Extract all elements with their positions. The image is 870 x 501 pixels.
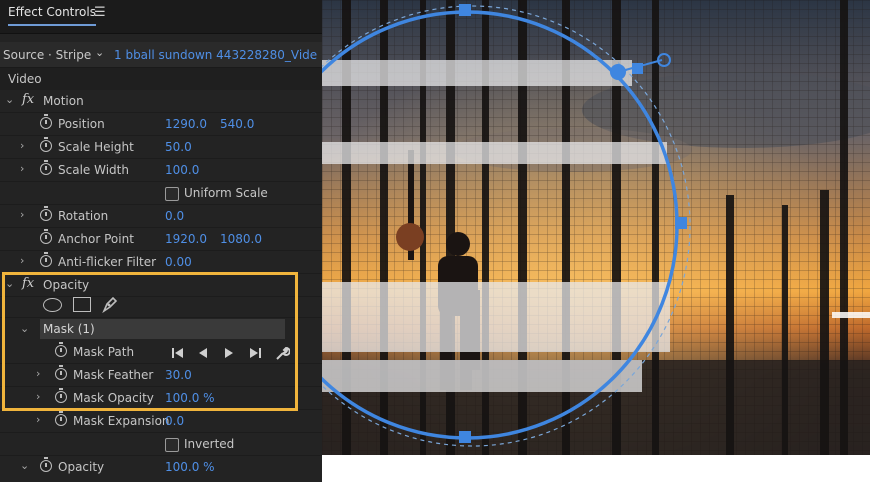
mask-vertex-handle[interactable]: [610, 64, 626, 80]
rotation-value[interactable]: 0.0: [165, 209, 184, 223]
stopwatch-icon[interactable]: [40, 252, 52, 267]
uniform-scale-row: Uniform Scale: [0, 182, 322, 205]
basketball: [396, 223, 424, 251]
chevron-right-icon[interactable]: ›: [20, 139, 24, 152]
motion-label: Motion: [43, 94, 84, 108]
anchor-point-x-value[interactable]: 1920.0: [165, 232, 207, 246]
mask-feather-value[interactable]: 30.0: [165, 368, 192, 382]
anti-flicker-value[interactable]: 0.00: [165, 255, 192, 269]
mask-path-label: Mask Path: [73, 345, 135, 359]
chevron-down-icon[interactable]: ⌄: [5, 277, 14, 290]
video-section-header: Video: [0, 68, 322, 90]
chevron-right-icon[interactable]: ›: [20, 254, 24, 267]
panel-title-tab[interactable]: Effect Controls: [8, 5, 96, 26]
step-backward-icon[interactable]: [196, 345, 210, 361]
stopwatch-icon[interactable]: [40, 206, 52, 221]
fx-icon[interactable]: fx: [22, 276, 34, 291]
motion-effect-row[interactable]: ⌄ fx Motion: [0, 90, 322, 113]
position-label: Position: [58, 117, 105, 131]
mask-1-label: Mask (1): [43, 322, 95, 336]
mask-opacity-label: Mask Opacity: [73, 391, 154, 405]
opacity-value[interactable]: 100.0 %: [165, 460, 215, 474]
ellipse-mask-icon[interactable]: [43, 298, 62, 312]
mask-expansion-row: › Mask Expansion 0.0: [0, 410, 322, 433]
rotation-row: › Rotation 0.0: [0, 205, 322, 228]
chevron-right-icon[interactable]: ›: [36, 390, 40, 403]
position-row: Position 1290.0 540.0: [0, 113, 322, 136]
scale-height-row: › Scale Height 50.0: [0, 136, 322, 159]
anti-flicker-row: › Anti-flicker Filter 0.00: [0, 251, 322, 274]
panel-header: Effect Controls ☰: [0, 0, 322, 34]
rotation-label: Rotation: [58, 209, 109, 223]
rectangle-mask-icon[interactable]: [73, 297, 91, 312]
track-backward-icon[interactable]: [170, 345, 186, 361]
chevron-right-icon[interactable]: ›: [20, 208, 24, 221]
inverted-checkbox[interactable]: [165, 438, 179, 452]
pen-mask-icon[interactable]: [100, 294, 120, 314]
anchor-point-row: Anchor Point 1920.0 1080.0: [0, 228, 322, 251]
mask-vertex-handle[interactable]: [632, 63, 643, 74]
chevron-right-icon[interactable]: ›: [36, 367, 40, 380]
stopwatch-icon[interactable]: [40, 114, 52, 129]
chevron-down-icon[interactable]: ⌄: [95, 46, 104, 59]
mask-expansion-value[interactable]: 0.0: [165, 414, 184, 428]
scale-width-row: › Scale Width 100.0: [0, 159, 322, 182]
mask-opacity-value[interactable]: 100.0 %: [165, 391, 215, 405]
chevron-down-icon[interactable]: ⌄: [20, 459, 29, 472]
stopwatch-icon[interactable]: [55, 342, 67, 357]
stopwatch-icon[interactable]: [40, 160, 52, 175]
court-light: [832, 312, 870, 318]
chevron-right-icon[interactable]: ›: [20, 162, 24, 175]
effect-controls-panel: Effect Controls ☰ Source · Stripe ⌄ 1 bb…: [0, 0, 322, 482]
opacity-effect-row[interactable]: ⌄ fx Opacity: [0, 274, 322, 297]
menu-icon[interactable]: ☰: [94, 5, 106, 20]
stopwatch-icon[interactable]: [55, 365, 67, 380]
video-preview[interactable]: [322, 0, 870, 455]
uniform-scale-checkbox[interactable]: [165, 187, 179, 201]
position-x-value[interactable]: 1290.0: [165, 117, 207, 131]
stopwatch-icon[interactable]: [55, 411, 67, 426]
fx-icon[interactable]: fx: [22, 92, 34, 107]
scale-width-value[interactable]: 100.0: [165, 163, 199, 177]
opacity-effect-label: Opacity: [43, 278, 90, 292]
source-clip-link[interactable]: 1 bball sundown 443228280_Vide...: [114, 48, 318, 62]
position-y-value[interactable]: 540.0: [220, 117, 254, 131]
opacity-label: Opacity: [58, 460, 105, 474]
inverted-row: Inverted: [0, 433, 322, 456]
scale-height-value[interactable]: 50.0: [165, 140, 192, 154]
opacity-row: ⌄ Opacity 100.0 %: [0, 456, 322, 479]
uniform-scale-label: Uniform Scale: [184, 186, 268, 200]
anchor-point-label: Anchor Point: [58, 232, 134, 246]
stopwatch-icon[interactable]: [40, 137, 52, 152]
track-forward-icon[interactable]: [247, 345, 263, 361]
mask-vertex-handle[interactable]: [459, 4, 471, 16]
stopwatch-icon[interactable]: [40, 457, 52, 472]
mask-1-row[interactable]: Mask (1): [40, 319, 285, 339]
mask-feather-row: › Mask Feather 30.0: [0, 364, 322, 387]
chevron-right-icon[interactable]: ›: [36, 413, 40, 426]
chevron-down-icon[interactable]: ⌄: [20, 322, 29, 335]
chevron-down-icon[interactable]: ⌄: [5, 93, 14, 106]
scale-width-label: Scale Width: [58, 163, 129, 177]
stopwatch-icon[interactable]: [55, 388, 67, 403]
scale-height-label: Scale Height: [58, 140, 134, 154]
mask-expansion-label: Mask Expansion: [73, 414, 170, 428]
mask-opacity-row: › Mask Opacity 100.0 %: [0, 387, 322, 410]
inverted-label: Inverted: [184, 437, 235, 451]
mask-vertex-handle[interactable]: [675, 217, 687, 229]
mask-vertex-handle[interactable]: [459, 431, 471, 443]
video-label: Video: [8, 72, 42, 86]
anti-flicker-label: Anti-flicker Filter: [58, 255, 157, 269]
play-forward-icon[interactable]: [222, 345, 236, 361]
source-bar: Source · Stripe ⌄ 1 bball sundown 443228…: [0, 42, 322, 68]
stopwatch-icon[interactable]: [40, 229, 52, 244]
wrench-icon[interactable]: [274, 345, 290, 361]
anchor-point-y-value[interactable]: 1080.0: [220, 232, 262, 246]
mask-feather-label: Mask Feather: [73, 368, 154, 382]
source-label: Source · Stripe: [3, 48, 92, 62]
